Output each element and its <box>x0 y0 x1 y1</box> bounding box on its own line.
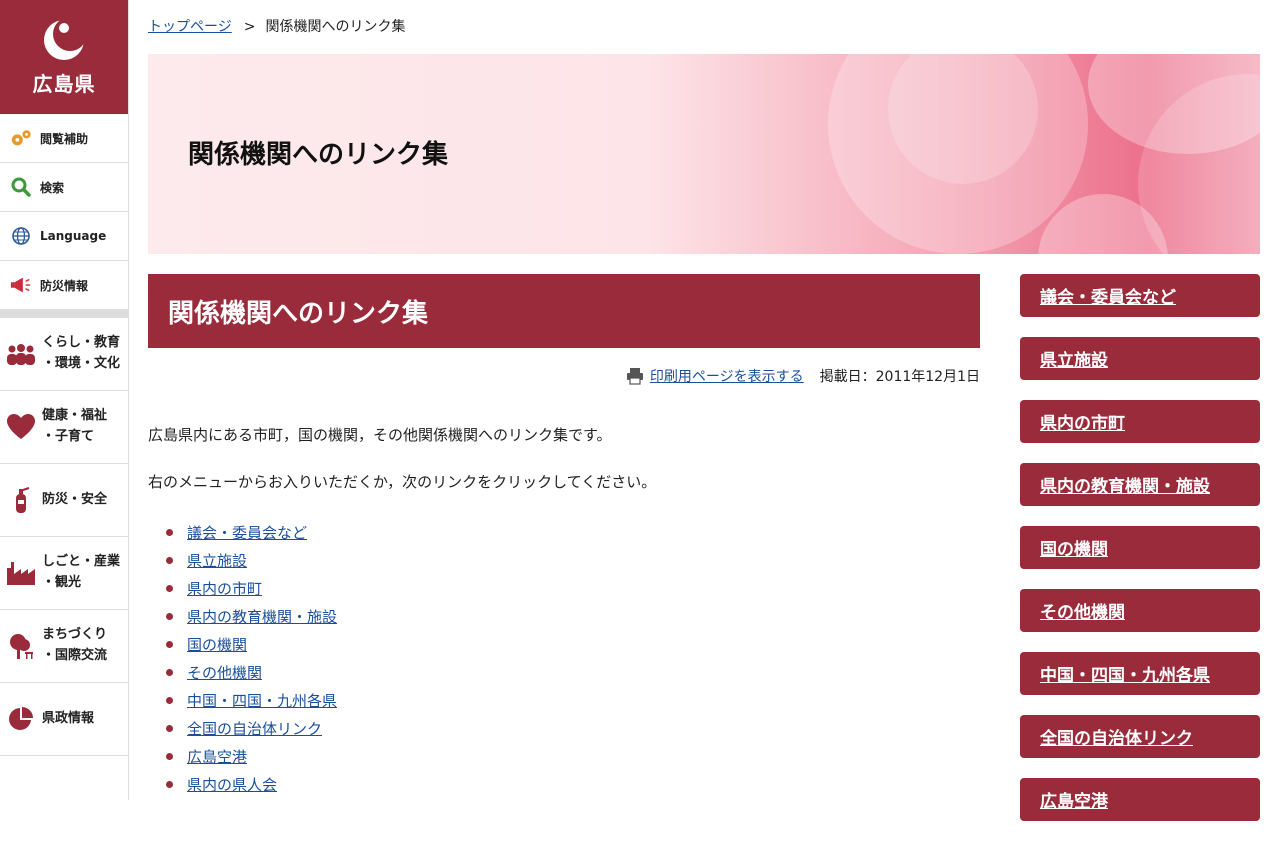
list-item: その他機関 <box>166 658 980 686</box>
breadcrumb: トップページ > 関係機関へのリンク集 <box>148 16 405 36</box>
util-label: Language <box>40 229 107 243</box>
category-label-line1: まちづくり <box>42 627 108 643</box>
list-item: 県内の教育機関・施設 <box>166 602 980 630</box>
gears-icon <box>10 127 32 149</box>
link-education[interactable]: 県内の教育機関・施設 <box>187 606 337 627</box>
list-item: 議会・委員会など <box>166 518 980 546</box>
util-item-accessibility[interactable]: 閲覧補助 <box>0 114 128 163</box>
right-menu: 議会・委員会など 県立施設 県内の市町 県内の教育機関・施設 国の機関 その他機… <box>1020 274 1260 841</box>
menu-button-prefectural-facilities[interactable]: 県立施設 <box>1020 337 1260 380</box>
people-icon <box>6 339 36 369</box>
list-item: 広島空港 <box>166 742 980 770</box>
link-prefectural-facilities[interactable]: 県立施設 <box>187 550 247 571</box>
print-page-label: 印刷用ページを表示する <box>649 369 804 385</box>
category-label-line1: 防災・安全 <box>42 491 108 507</box>
breadcrumb-separator: > <box>243 19 256 35</box>
heart-icon <box>6 412 36 442</box>
link-national[interactable]: 国の機関 <box>187 634 247 655</box>
util-label: 閲覧補助 <box>40 131 89 146</box>
posted-date: 掲載日：2011年12月1日 <box>819 369 980 385</box>
link-kenjinkai[interactable]: 県内の県人会 <box>187 774 277 795</box>
page-title: 関係機関へのリンク集 <box>148 274 980 348</box>
menu-button-national[interactable]: 国の機関 <box>1020 526 1260 569</box>
main-content: 関係機関へのリンク集 印刷用ページを表示する 掲載日：2011年12月1日 広島… <box>148 274 980 798</box>
list-item: 県内の県人会 <box>166 770 980 798</box>
category-label-line1: くらし・教育 <box>42 335 121 351</box>
util-item-search[interactable]: 検索 <box>0 163 128 212</box>
list-item: 中国・四国・九州各県 <box>166 686 980 714</box>
menu-button-regional-prefectures[interactable]: 中国・四国・九州各県 <box>1020 652 1260 695</box>
sidebar-divider <box>0 310 128 318</box>
menu-button-municipalities[interactable]: 県内の市町 <box>1020 400 1260 443</box>
globe-icon <box>10 225 32 247</box>
category-item-health-welfare[interactable]: 健康・福祉 ・子育て <box>0 391 128 464</box>
list-item: 国の機関 <box>166 630 980 658</box>
link-regional-prefectures[interactable]: 中国・四国・九州各県 <box>187 690 337 711</box>
link-assembly[interactable]: 議会・委員会など <box>187 522 307 543</box>
category-label-line1: しごと・産業 <box>42 554 121 570</box>
intro-text-2: 右のメニューからお入りいただくか，次のリンクをクリックしてください。 <box>148 473 657 491</box>
list-item: 県立施設 <box>166 546 980 574</box>
category-item-town-international[interactable]: まちづくり・国際交流 <box>0 610 128 683</box>
tree-icon <box>6 631 36 661</box>
util-item-disaster-info[interactable]: 防災情報 <box>0 261 128 310</box>
hero-title: 関係機関へのリンク集 <box>188 140 449 170</box>
print-page-link[interactable]: 印刷用ページを表示する <box>626 366 804 386</box>
menu-button-education[interactable]: 県内の教育機関・施設 <box>1020 463 1260 506</box>
menu-button-national-municipalities[interactable]: 全国の自治体リンク <box>1020 715 1260 758</box>
breadcrumb-home-link[interactable]: トップページ <box>148 19 232 35</box>
site-logo[interactable]: 広島県 <box>0 0 128 114</box>
link-other[interactable]: その他機関 <box>187 662 262 683</box>
crescent-logo-icon <box>44 17 86 60</box>
left-sidebar: 広島県 閲覧補助 検索 Language 防災情報 くらし・教育・環境・文化 <box>0 0 129 800</box>
category-label-line2: ・国際交流 <box>42 648 108 663</box>
category-item-prefectural-admin[interactable]: 県政情報 <box>0 683 128 756</box>
category-label-line2: ・子育て <box>42 429 95 444</box>
util-label: 検索 <box>40 180 65 195</box>
extinguisher-icon <box>6 485 36 515</box>
category-item-disaster-safety[interactable]: 防災・安全 <box>0 464 128 537</box>
util-item-language[interactable]: Language <box>0 212 128 261</box>
hero-banner: 関係機関へのリンク集 <box>148 54 1260 254</box>
page-meta: 印刷用ページを表示する 掲載日：2011年12月1日 <box>148 366 980 386</box>
util-label: 防災情報 <box>40 278 89 293</box>
link-municipalities[interactable]: 県内の市町 <box>187 578 262 599</box>
list-item: 全国の自治体リンク <box>166 714 980 742</box>
category-item-work-industry[interactable]: しごと・産業 ・観光 <box>0 537 128 610</box>
list-item: 県内の市町 <box>166 574 980 602</box>
site-name: 広島県 <box>32 71 96 96</box>
megaphone-icon <box>10 274 32 296</box>
factory-icon <box>6 558 36 588</box>
category-label-line1: 健康・福祉 <box>42 408 108 424</box>
search-icon <box>10 176 32 198</box>
category-item-life-education[interactable]: くらし・教育 ・環境・文化 <box>0 318 128 391</box>
category-label-line1: 県政情報 <box>42 710 95 726</box>
menu-button-other[interactable]: その他機関 <box>1020 589 1260 632</box>
intro-text-1: 広島県内にある市町，国の機関，その他関係機関へのリンク集です。 <box>148 426 612 444</box>
breadcrumb-current: 関係機関へのリンク集 <box>265 19 406 35</box>
link-list: 議会・委員会など 県立施設 県内の市町 県内の教育機関・施設 国の機関 その他機… <box>166 518 980 798</box>
menu-button-assembly[interactable]: 議会・委員会など <box>1020 274 1260 317</box>
category-label-line2: ・観光 <box>42 575 82 590</box>
category-label-line2: ・環境・文化 <box>42 356 121 371</box>
pie-chart-icon <box>6 704 36 734</box>
printer-icon <box>626 368 643 385</box>
link-national-municipalities[interactable]: 全国の自治体リンク <box>187 718 322 739</box>
link-hiroshima-airport[interactable]: 広島空港 <box>187 746 247 767</box>
